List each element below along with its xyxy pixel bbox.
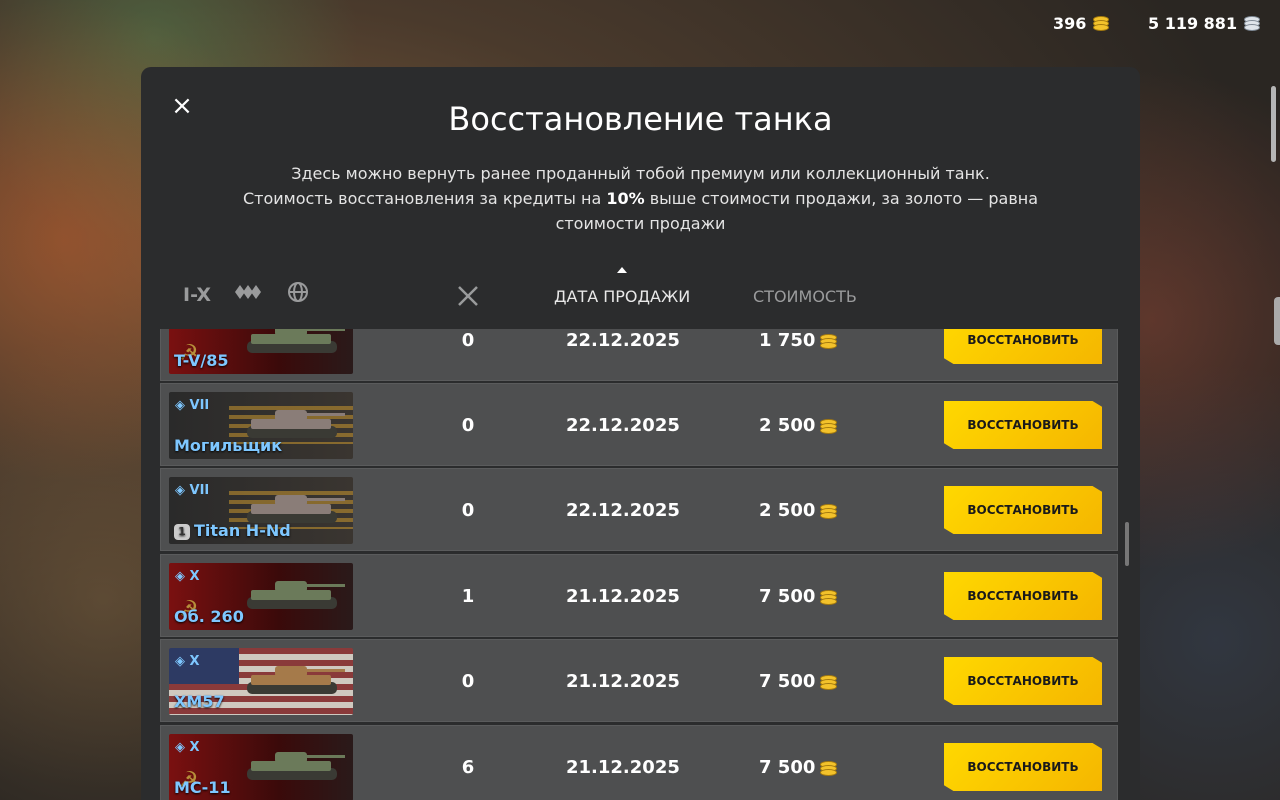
crossed-swords-icon[interactable] xyxy=(456,285,480,311)
price-value: 7 500 xyxy=(759,671,816,692)
tank-name: Могильщик xyxy=(174,436,283,455)
tank-image xyxy=(247,752,345,780)
tank-card[interactable]: ◈ VII 1 Titan H-Nd xyxy=(169,477,353,544)
battles-count: 1 xyxy=(461,586,475,607)
gold-icon xyxy=(819,333,838,349)
page-scrollbar[interactable] xyxy=(1271,86,1276,162)
tank-name: 1 Titan H-Nd xyxy=(174,521,291,540)
desc-line-2: Стоимость восстановления за кредиты на 1… xyxy=(201,186,1080,236)
credits-icon xyxy=(1243,15,1261,32)
price: 1 750 xyxy=(759,329,838,382)
tank-tier: ◈ X xyxy=(175,740,200,755)
credits-balance: 5 119 881 xyxy=(1148,14,1261,33)
desc-text: Стоимость восстановления за кредиты на xyxy=(242,189,607,208)
tier-filter[interactable]: I-X xyxy=(183,284,211,306)
price: 7 500 xyxy=(759,555,838,638)
globe-icon[interactable] xyxy=(287,281,309,308)
sale-date: 22.12.2025 xyxy=(566,415,680,436)
sale-date: 21.12.2025 xyxy=(566,586,680,607)
column-cost[interactable]: СТОИМОСТЬ xyxy=(753,287,857,306)
tank-tier: ◈ VII xyxy=(175,483,210,498)
desc-line-1: Здесь можно вернуть ранее проданный тобо… xyxy=(291,164,990,183)
tank-image xyxy=(247,329,345,353)
mastery-badge: 1 xyxy=(174,524,190,540)
list-scrollbar[interactable] xyxy=(1125,522,1129,566)
modal-title: Восстановление танка xyxy=(448,100,833,138)
battles-count: 0 xyxy=(461,671,475,692)
column-sale-date[interactable]: ДАТА ПРОДАЖИ xyxy=(554,287,690,306)
gold-amount: 396 xyxy=(1053,14,1087,33)
modal-description: Здесь можно вернуть ранее проданный тобо… xyxy=(201,161,1080,236)
tank-tier: ◈ X xyxy=(175,569,200,584)
gold-balance: 396 xyxy=(1053,14,1110,33)
gold-icon xyxy=(819,503,838,519)
tank-card[interactable]: ☭ ◈ X Об. 260 xyxy=(169,563,353,630)
price-value: 7 500 xyxy=(759,757,816,778)
restore-button[interactable]: ВОССТАНОВИТЬ xyxy=(944,743,1102,791)
battles-count: 6 xyxy=(461,757,475,778)
sale-date: 22.12.2025 xyxy=(566,500,680,521)
restore-tank-modal: × Восстановление танка Здесь можно верну… xyxy=(141,67,1140,800)
table-row: ☭ ◈ X МС-11 6 21.12.2025 7 500 ВОССТАНОВ… xyxy=(160,725,1118,800)
price: 2 500 xyxy=(759,469,838,552)
tank-name: XM57 xyxy=(174,692,225,711)
desc-percent: 10% xyxy=(606,189,645,208)
sale-date: 21.12.2025 xyxy=(566,671,680,692)
price-value: 2 500 xyxy=(759,415,816,436)
price: 2 500 xyxy=(759,384,838,467)
gold-icon xyxy=(819,674,838,690)
tank-card[interactable]: ◈ VII Могильщик xyxy=(169,392,353,459)
tank-card[interactable]: ◈ X XM57 xyxy=(169,648,353,715)
restore-button[interactable]: ВОССТАНОВИТЬ xyxy=(944,486,1102,534)
restore-button[interactable]: ВОССТАНОВИТЬ xyxy=(944,657,1102,705)
table-row: ◈ X XM57 0 21.12.2025 7 500 ВОССТАНОВИТЬ xyxy=(160,639,1118,722)
price-value: 1 750 xyxy=(759,330,816,351)
table-row: ◈ VII Могильщик 0 22.12.2025 2 500 ВОССТ… xyxy=(160,383,1118,466)
tank-name: МС-11 xyxy=(174,778,231,797)
tank-image xyxy=(247,666,345,694)
tank-image xyxy=(247,581,345,609)
tank-tier: ◈ X xyxy=(175,654,200,669)
tank-tier: ◈ VII xyxy=(175,398,210,413)
gold-icon xyxy=(819,418,838,434)
table-row: ☭ ◈ X Об. 260 1 21.12.2025 7 500 ВОССТАН… xyxy=(160,554,1118,637)
restore-button[interactable]: ВОССТАНОВИТЬ xyxy=(944,401,1102,449)
restore-button[interactable]: ВОССТАНОВИТЬ xyxy=(944,329,1102,364)
table-row: ☭ T-V/85 0 22.12.2025 1 750 ВОССТАНОВИТЬ xyxy=(160,329,1118,381)
gold-icon xyxy=(819,589,838,605)
battles-count: 0 xyxy=(461,500,475,521)
tank-card[interactable]: ☭ ◈ X МС-11 xyxy=(169,734,353,800)
sort-arrow-icon xyxy=(617,267,627,273)
filters: I-X xyxy=(183,281,309,308)
tank-name: T-V/85 xyxy=(174,351,229,370)
restore-button[interactable]: ВОССТАНОВИТЬ xyxy=(944,572,1102,620)
price: 7 500 xyxy=(759,726,838,800)
price: 7 500 xyxy=(759,640,838,723)
price-value: 2 500 xyxy=(759,500,816,521)
price-value: 7 500 xyxy=(759,586,816,607)
table-row: ◈ VII 1 Titan H-Nd 0 22.12.2025 2 500 ВОС… xyxy=(160,468,1118,551)
tank-card[interactable]: ☭ T-V/85 xyxy=(169,329,353,374)
sale-date: 21.12.2025 xyxy=(566,757,680,778)
vehicle-type-icon[interactable] xyxy=(233,283,265,306)
credits-amount: 5 119 881 xyxy=(1148,14,1238,33)
side-tab[interactable] xyxy=(1274,297,1280,345)
battles-count: 0 xyxy=(461,415,475,436)
tank-name: Об. 260 xyxy=(174,607,244,626)
gold-icon xyxy=(819,760,838,776)
sale-date: 22.12.2025 xyxy=(566,330,680,351)
gold-icon xyxy=(1092,15,1110,32)
battles-count: 0 xyxy=(461,330,475,351)
tank-list[interactable]: ☭ T-V/85 0 22.12.2025 1 750 ВОССТАНОВИТЬ xyxy=(160,329,1120,800)
